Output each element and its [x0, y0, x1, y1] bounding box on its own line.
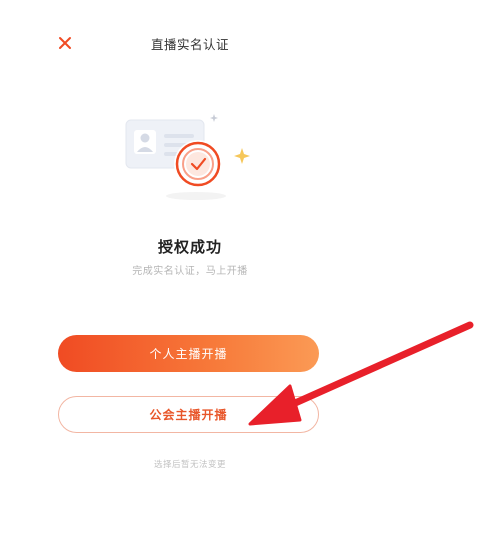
verification-success-screen: 直播实名认证 授权成功 完成实名认证，马上开播 个人主播开播 公会主播开播 选择… — [0, 0, 499, 537]
result-title: 授权成功 — [157, 238, 222, 256]
id-card-verified-icon — [118, 108, 268, 208]
result-subtitle: 完成实名认证，马上开播 — [132, 266, 248, 277]
footnote: 选择后暂无法变更 — [153, 460, 226, 470]
personal-streamer-button[interactable]: 个人主播开播 — [58, 335, 319, 372]
page-title: 直播实名认证 — [150, 37, 229, 52]
guild-streamer-button[interactable]: 公会主播开播 — [58, 396, 319, 433]
